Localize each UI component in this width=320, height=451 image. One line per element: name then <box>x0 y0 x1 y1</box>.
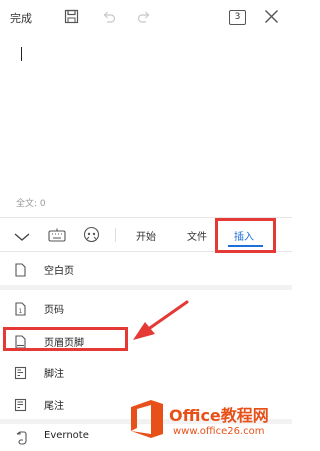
svg-text:1: 1 <box>19 308 23 315</box>
keyboard-icon[interactable] <box>48 227 66 246</box>
top-toolbar: 完成 3 <box>0 0 292 36</box>
undo-icon[interactable] <box>101 9 116 28</box>
office-logo-icon <box>131 400 163 438</box>
footnote-icon <box>14 365 27 384</box>
watermark-url: www.office26.com <box>173 426 265 437</box>
page-indicator-badge[interactable]: 3 <box>229 10 246 25</box>
list-item-label: 脚注 <box>44 369 64 380</box>
tab-start[interactable]: 开始 <box>136 228 156 243</box>
watermark: Office教程网 www.office26.com <box>129 396 292 446</box>
save-icon[interactable] <box>64 9 79 28</box>
collapse-chevron-icon[interactable] <box>14 228 30 247</box>
list-item-label: 尾注 <box>44 401 64 412</box>
ribbon-toolbar: 开始 文件 插入 <box>0 217 292 253</box>
endnote-icon <box>14 397 27 416</box>
close-icon[interactable] <box>264 9 279 28</box>
page-indicator-number: 3 <box>234 12 241 22</box>
list-item-label: 空白页 <box>44 266 74 277</box>
editor-area[interactable] <box>0 36 292 216</box>
page-number-icon: 1 <box>14 301 27 320</box>
tab-insert-underline <box>228 245 263 247</box>
list-item-label: Evernote <box>44 430 89 441</box>
list-item-blank-page[interactable]: 空白页 <box>0 253 292 285</box>
list-item-footnote[interactable]: 脚注 <box>0 356 292 388</box>
header-footer-highlight <box>3 327 128 351</box>
redo-icon[interactable] <box>137 9 152 28</box>
annotation-arrow <box>133 300 189 340</box>
list-item-label: 页码 <box>44 305 64 316</box>
word-count: 全文: 0 <box>16 199 46 209</box>
toolbar-divider <box>115 228 116 242</box>
evernote-icon <box>14 430 28 449</box>
tab-file[interactable]: 文件 <box>187 228 207 243</box>
blank-page-icon <box>14 262 27 281</box>
text-cursor <box>21 47 22 61</box>
watermark-brand: Office教程网 <box>169 406 269 425</box>
tab-insert[interactable]: 插入 <box>234 228 254 243</box>
voice-assistant-icon[interactable] <box>83 226 100 247</box>
section-divider <box>0 285 292 290</box>
done-button[interactable]: 完成 <box>10 10 32 26</box>
